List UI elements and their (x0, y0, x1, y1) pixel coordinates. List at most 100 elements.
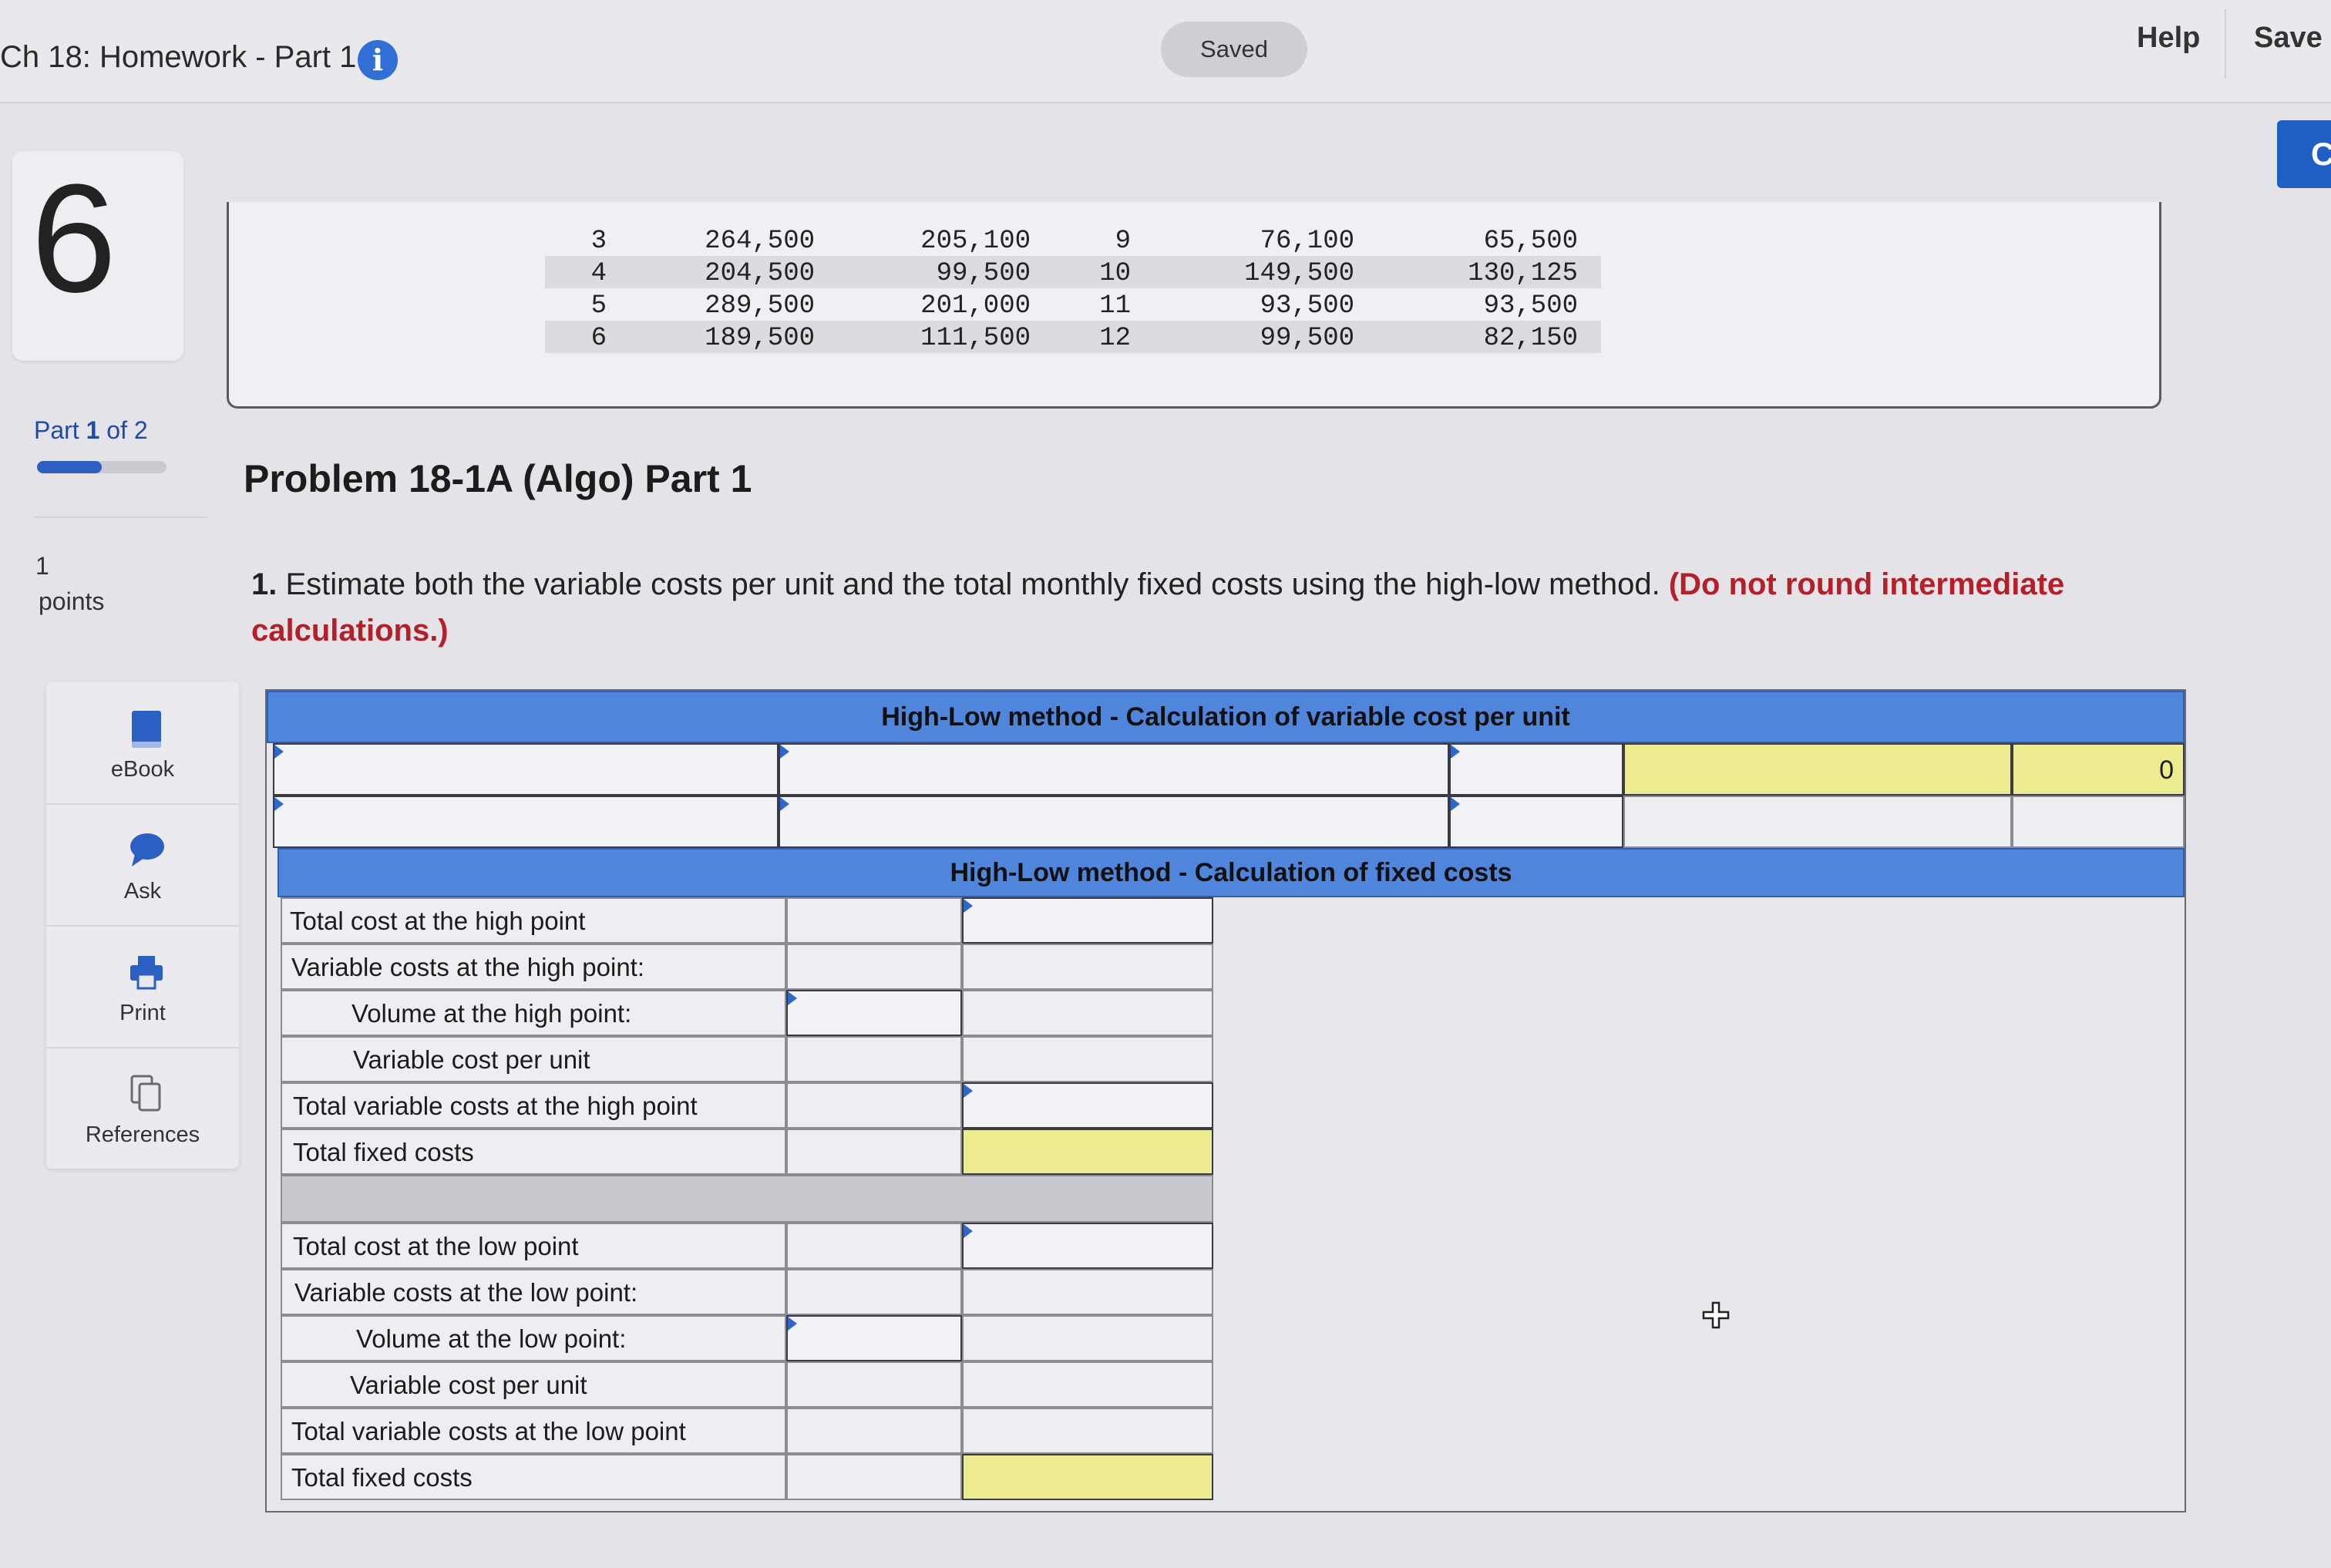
high-total-cost-input[interactable] (962, 897, 1213, 944)
part-current: 1 (86, 416, 100, 444)
variable-cost-row2-blank (1623, 796, 2012, 848)
check-my-work-button[interactable]: C (2277, 120, 2331, 188)
section-separator (281, 1175, 1213, 1223)
table-cell: 99,500 (1260, 324, 1354, 353)
low-total-variable-value (962, 1408, 1213, 1454)
variable-cost-row1-input[interactable] (779, 743, 1449, 796)
table-cell: 82,150 (1483, 324, 1578, 353)
part-indicator: Part 1 of 2 (34, 416, 148, 445)
high-row-mid (786, 1082, 962, 1129)
table-cell: 3 (590, 227, 607, 256)
high-row-mid (786, 1129, 962, 1175)
high-row-label: Total cost at the high point (281, 897, 786, 944)
save-link[interactable]: Save (2254, 22, 2323, 55)
mouse-cursor-crosshair-icon (1702, 1301, 1730, 1329)
tools-panel: eBook Ask Print References (46, 681, 239, 1169)
top-divider (2225, 9, 2226, 79)
low-row-label: Total variable costs at the low point (281, 1408, 786, 1454)
part-progress-fill (37, 461, 102, 473)
help-link[interactable]: Help (2137, 22, 2200, 55)
table-row: 5 289,500 201,000 11 93,500 93,500 (545, 288, 1601, 321)
info-icon[interactable]: i (358, 40, 398, 80)
table-cell: 5 (590, 291, 607, 321)
instruction-body: Estimate both the variable costs per uni… (285, 567, 1660, 601)
high-row-label: Variable costs at the high point: (281, 944, 786, 990)
high-total-fixed-label: Total fixed costs (293, 1138, 474, 1166)
table-cell: 111,500 (920, 324, 1031, 353)
high-row-right (962, 944, 1213, 990)
variable-cost-result-cell: 0 (2012, 743, 2185, 796)
variable-cost-row2-input[interactable] (779, 796, 1449, 848)
top-bar: Ch 18: Homework - Part 1 i Saved Help Sa… (0, 0, 2331, 103)
high-row-mid (786, 897, 962, 944)
low-variable-cost-per-unit-label: Variable cost per unit (350, 1371, 587, 1399)
low-row-label: Variable cost per unit (281, 1361, 786, 1408)
high-total-fixed-answer[interactable] (962, 1129, 1213, 1175)
high-total-variable-label: Total variable costs at the high point (293, 1092, 698, 1120)
low-total-cost-input[interactable] (962, 1223, 1213, 1269)
table-cell: 99,500 (936, 259, 1031, 288)
high-row-right (962, 1036, 1213, 1082)
variable-cost-result: 0 (2159, 755, 2174, 785)
table-cell: 6 (590, 324, 607, 353)
question-number: 6 (31, 153, 117, 325)
high-volume-input[interactable] (786, 990, 962, 1036)
print-button[interactable]: Print (46, 925, 239, 1048)
worksheet: High-Low method - Calculation of variabl… (265, 689, 2186, 1512)
high-volume-label: Volume at the high point: (352, 999, 632, 1028)
table-cell: 9 (1115, 227, 1131, 256)
table-cell: 130,125 (1468, 259, 1578, 288)
fixed-cost-header: High-Low method - Calculation of fixed c… (278, 848, 2185, 897)
table-cell: 93,500 (1483, 291, 1578, 321)
high-row-label: Total variable costs at the high point (281, 1082, 786, 1129)
table-cell: 11 (1099, 291, 1131, 321)
part-progress-bar (37, 461, 166, 473)
ask-button[interactable]: Ask (46, 803, 239, 927)
low-total-variable-label: Total variable costs at the low point (291, 1417, 686, 1445)
table-cell: 204,500 (705, 259, 815, 288)
high-row-mid (786, 944, 962, 990)
ebook-label: eBook (110, 757, 175, 782)
table-row: 3 264,500 205,100 9 76,100 65,500 (545, 224, 1601, 256)
low-total-cost-label: Total cost at the low point (293, 1232, 579, 1260)
low-total-fixed-answer[interactable] (962, 1454, 1213, 1500)
low-row-mid (786, 1223, 962, 1269)
variable-cost-row1-answer-cell[interactable] (1623, 743, 2012, 796)
references-label: References (85, 1122, 200, 1147)
variable-cost-row1-label-select[interactable] (273, 743, 779, 796)
table-cell: 289,500 (705, 291, 815, 321)
high-row-right (962, 990, 1213, 1036)
part-prefix: Part (34, 416, 79, 444)
low-row-label: Volume at the low point: (281, 1315, 786, 1361)
references-icon (130, 1075, 161, 1112)
data-table-card: 3 264,500 205,100 9 76,100 65,500 4 204,… (227, 202, 2161, 409)
high-variable-cost-per-unit-value (786, 1036, 962, 1082)
print-icon (130, 956, 163, 990)
high-total-cost-label: Total cost at the high point (290, 907, 586, 935)
low-volume-label: Volume at the low point: (356, 1324, 627, 1353)
points-label: points (39, 587, 105, 615)
variable-cost-row2-operator[interactable] (1449, 796, 1623, 848)
low-row-label: Total cost at the low point (281, 1223, 786, 1269)
variable-cost-row1-operator[interactable] (1449, 743, 1623, 796)
low-row-label: Variable costs at the low point: (281, 1269, 786, 1315)
low-row-mid (786, 1408, 962, 1454)
references-button[interactable]: References (46, 1047, 239, 1169)
table-cell: 201,000 (920, 291, 1031, 321)
low-variable-cost-per-unit-value (786, 1361, 962, 1408)
ebook-button[interactable]: eBook (46, 681, 239, 805)
variable-cost-row2-label-select[interactable] (273, 796, 779, 848)
high-row-label: Total fixed costs (281, 1129, 786, 1175)
ask-icon (130, 833, 164, 866)
high-total-variable-input[interactable] (962, 1082, 1213, 1129)
ask-label: Ask (123, 879, 162, 903)
low-row-label: Total fixed costs (281, 1454, 786, 1500)
table-row: 4 204,500 99,500 10 149,500 130,125 (545, 256, 1601, 288)
table-cell: 264,500 (705, 227, 815, 256)
ebook-icon (132, 711, 161, 748)
table-cell: 65,500 (1483, 227, 1578, 256)
high-variable-cost-per-unit-label: Variable cost per unit (353, 1045, 590, 1074)
table-cell: 189,500 (705, 324, 815, 353)
instruction-text: 1. Estimate both the variable costs per … (251, 561, 2148, 654)
low-volume-input[interactable] (786, 1315, 962, 1361)
